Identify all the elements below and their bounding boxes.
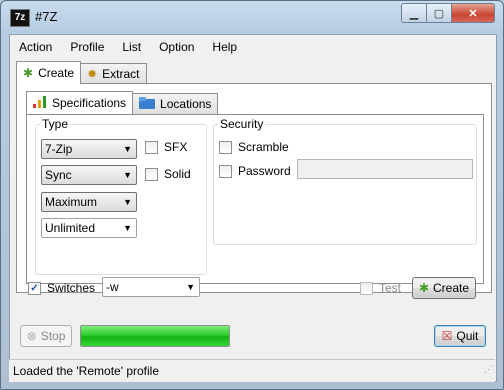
chevron-down-icon: ▼ <box>123 197 132 207</box>
menu-profile[interactable]: Profile <box>61 35 113 59</box>
client-area: Action Profile List Option Help ✱ Create… <box>9 34 497 382</box>
minimize-icon: ▁ <box>409 7 419 20</box>
close-button[interactable]: ✕ <box>452 3 495 23</box>
volume-select[interactable]: Unlimited ▼ <box>41 218 137 238</box>
menu-bar: Action Profile List Option Help <box>10 35 496 59</box>
tab-specifications[interactable]: Specifications <box>26 91 134 114</box>
chevron-down-icon: ▼ <box>186 282 195 292</box>
tab-extract[interactable]: ✹ Extract <box>80 63 147 84</box>
outer-tab-strip: ✱ Create ✹ Extract <box>16 61 147 84</box>
inner-tab-strip: Specifications Locations <box>26 91 219 114</box>
stop-button[interactable]: ⊗ Stop <box>20 325 72 347</box>
create-icon: ✱ <box>23 66 34 80</box>
folder-icon <box>139 96 156 112</box>
scramble-checkbox-box <box>219 140 232 154</box>
password-label: Password <box>238 164 291 178</box>
format-select[interactable]: 7-Zip ▼ <box>41 139 137 159</box>
security-group: Security <box>213 117 477 245</box>
create-icon: ✱ <box>418 281 430 295</box>
tab-locations[interactable]: Locations <box>132 93 219 114</box>
progress-bar-fill <box>81 326 229 346</box>
quit-button-label: Quit <box>456 329 479 343</box>
solid-checkbox-box <box>145 167 158 181</box>
menu-action[interactable]: Action <box>10 35 61 59</box>
progress-bar <box>80 325 230 347</box>
tab-create[interactable]: ✱ Create <box>16 61 82 84</box>
tab-extract-label: Extract <box>102 67 140 81</box>
maximize-button[interactable]: ▢ <box>427 3 452 23</box>
status-bar: Loaded the 'Remote' profile ⋰ <box>9 359 495 382</box>
chevron-down-icon: ▼ <box>123 144 132 154</box>
solid-checkbox[interactable]: Solid <box>145 167 191 181</box>
extract-icon: ✹ <box>87 67 98 81</box>
password-checkbox[interactable]: Password <box>219 164 291 178</box>
security-group-legend: Security <box>220 117 264 131</box>
switches-checkbox[interactable]: ✓ Switches <box>28 281 95 295</box>
scramble-label: Scramble <box>238 140 289 154</box>
sfx-label: SFX <box>164 140 188 154</box>
title-bar[interactable]: 7z #7Z ▁ ▢ ✕ <box>1 1 503 33</box>
maximize-icon: ▢ <box>433 7 445 20</box>
password-input[interactable] <box>297 159 473 179</box>
quit-button[interactable]: ☒ Quit <box>434 325 486 347</box>
app-window: 7z #7Z ▁ ▢ ✕ Action Profile List Option … <box>0 0 504 390</box>
switches-value: -w <box>106 280 119 294</box>
sfx-checkbox[interactable]: SFX <box>145 140 187 154</box>
specifications-panel: Type 7-Zip ▼ Sync ▼ Maximum ▼ Unlimited ▼ SF… <box>26 114 484 284</box>
type-group-legend: Type <box>42 117 69 131</box>
mode-value: Sync <box>45 168 72 182</box>
chevron-down-icon: ▼ <box>123 170 132 180</box>
menu-option[interactable]: Option <box>150 35 203 59</box>
create-button[interactable]: ✱ Create <box>412 277 476 299</box>
scramble-checkbox[interactable]: Scramble <box>219 140 289 154</box>
stop-button-label: Stop <box>40 329 66 343</box>
minimize-button[interactable]: ▁ <box>401 3 427 23</box>
sfx-checkbox-box <box>145 140 158 154</box>
resize-grip-icon[interactable]: ⋰ <box>480 358 493 380</box>
mode-select[interactable]: Sync ▼ <box>41 165 137 185</box>
tab-specifications-label: Specifications <box>52 96 127 110</box>
test-checkbox-box <box>360 281 373 295</box>
switches-label: Switches <box>47 281 96 295</box>
stop-icon: ⊗ <box>26 329 37 343</box>
window-title: #7Z <box>35 9 58 24</box>
solid-label: Solid <box>164 167 191 181</box>
quit-icon: ☒ <box>441 329 453 343</box>
app-logo-icon: 7z <box>10 9 30 27</box>
level-select[interactable]: Maximum ▼ <box>41 192 137 212</box>
check-icon: ✓ <box>28 281 41 295</box>
create-button-label: Create <box>433 281 470 295</box>
close-icon: ✕ <box>468 7 478 20</box>
chevron-down-icon: ▼ <box>123 223 132 233</box>
test-checkbox[interactable]: Test <box>360 281 401 295</box>
volume-value: Unlimited <box>45 221 96 235</box>
test-label: Test <box>379 281 402 295</box>
menu-help[interactable]: Help <box>203 35 246 59</box>
level-value: Maximum <box>45 195 98 209</box>
password-checkbox-box <box>219 164 232 178</box>
switches-select[interactable]: -w ▼ <box>102 277 200 297</box>
signal-bars-icon <box>33 95 47 111</box>
format-value: 7-Zip <box>45 142 73 156</box>
menu-list[interactable]: List <box>113 35 150 59</box>
status-text: Loaded the 'Remote' profile <box>13 364 160 378</box>
tab-create-label: Create <box>38 66 75 80</box>
tab-locations-label: Locations <box>160 97 212 111</box>
